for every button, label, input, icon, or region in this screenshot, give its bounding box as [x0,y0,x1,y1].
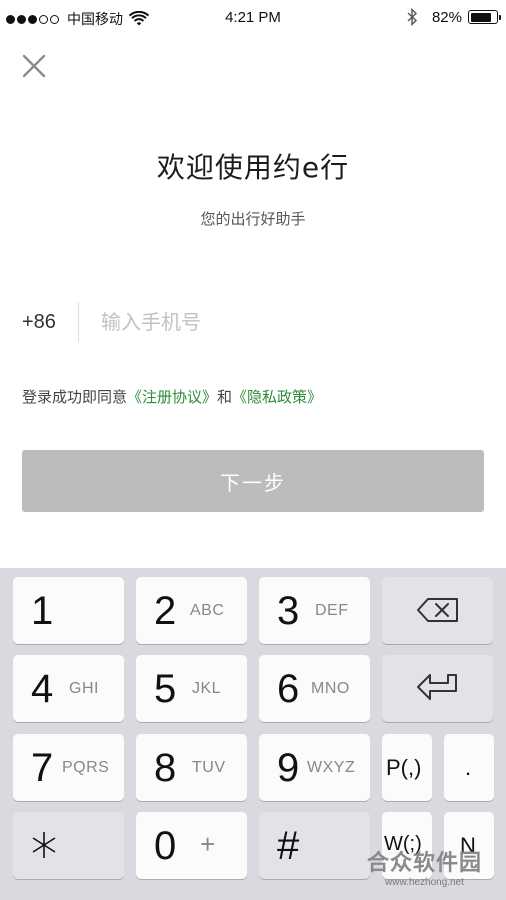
key-0-num: 0 [154,824,177,868]
close-icon[interactable] [18,50,50,82]
key-4-letters: GHI [69,680,99,697]
status-right: 82% [406,8,501,26]
dot-key[interactable]: . [444,734,494,801]
dot-key-label: . [465,755,472,780]
agreement-prefix: 登录成功即同意 [22,388,128,406]
return-icon [417,674,457,700]
backspace-key[interactable] [382,577,493,644]
key-8-letters: TUV [192,759,226,776]
key-1-num: 1 [31,589,54,633]
return-key[interactable] [382,655,493,722]
key-1[interactable]: 1 [13,577,124,644]
page-title: 欢迎使用约e行 [156,151,350,184]
privacy-link[interactable]: 《隐私政策》 [232,388,322,406]
agreement-and: 和 [217,388,233,406]
key-2[interactable]: 2 ABC [136,577,247,644]
key-9-letters: WXYZ [307,759,356,776]
key-7-num: 7 [31,746,54,790]
key-2-num: 2 [154,589,177,633]
battery-fill [470,12,491,22]
key-4-num: 4 [31,667,54,711]
key-2-letters: ABC [190,602,225,619]
key-4[interactable]: 4 GHI [13,655,124,722]
page-subtitle: 您的出行好助手 [200,210,306,228]
divider [78,302,79,342]
key-3[interactable]: 3 DEF [259,577,370,644]
status-bar: 中国移动 4:21 PM 82% [0,0,506,36]
watermark-text: 合众软件园 [366,851,482,876]
hash-key-label: # [277,824,300,868]
next-button[interactable]: 下一步 [22,450,484,512]
phone-input[interactable] [101,310,431,334]
key-6-num: 6 [277,667,300,711]
country-code[interactable]: +86 [22,311,78,334]
pause-key-label: P(,) [386,755,422,780]
terms-link[interactable]: 《注册协议》 [127,388,217,406]
key-8-num: 8 [154,746,177,790]
star-key[interactable] [13,812,124,879]
key-9-num: 9 [277,746,300,790]
key-5-num: 5 [154,667,177,711]
key-5-letters: JKL [192,680,222,697]
battery-icon [468,10,501,24]
key-3-num: 3 [277,589,300,633]
key-0[interactable]: 0 + [136,812,247,879]
key-0-plus: + [200,829,216,859]
pause-key[interactable]: P(,) [382,734,432,801]
key-7[interactable]: 7 PQRS [13,734,124,801]
battery-percentage: 82% [431,8,462,26]
key-5[interactable]: 5 JKL [136,655,247,722]
asterisk-icon [32,832,56,858]
key-6[interactable]: 6 MNO [259,655,370,722]
key-7-letters: PQRS [62,759,110,776]
agreement-text: 登录成功即同意《注册协议》和《隐私政策》 [22,386,322,407]
key-8[interactable]: 8 TUV [136,734,247,801]
watermark: 合众软件园 www.hezhong.net [367,845,482,888]
watermark-url: www.hezhong.net [385,877,464,888]
phone-row: +86 [22,300,484,344]
bluetooth-icon [407,8,417,26]
key-6-letters: MNO [311,680,350,697]
hash-key[interactable]: # [259,812,370,879]
backspace-icon [417,598,458,622]
key-3-letters: DEF [315,602,349,619]
key-9[interactable]: 9 WXYZ [259,734,370,801]
